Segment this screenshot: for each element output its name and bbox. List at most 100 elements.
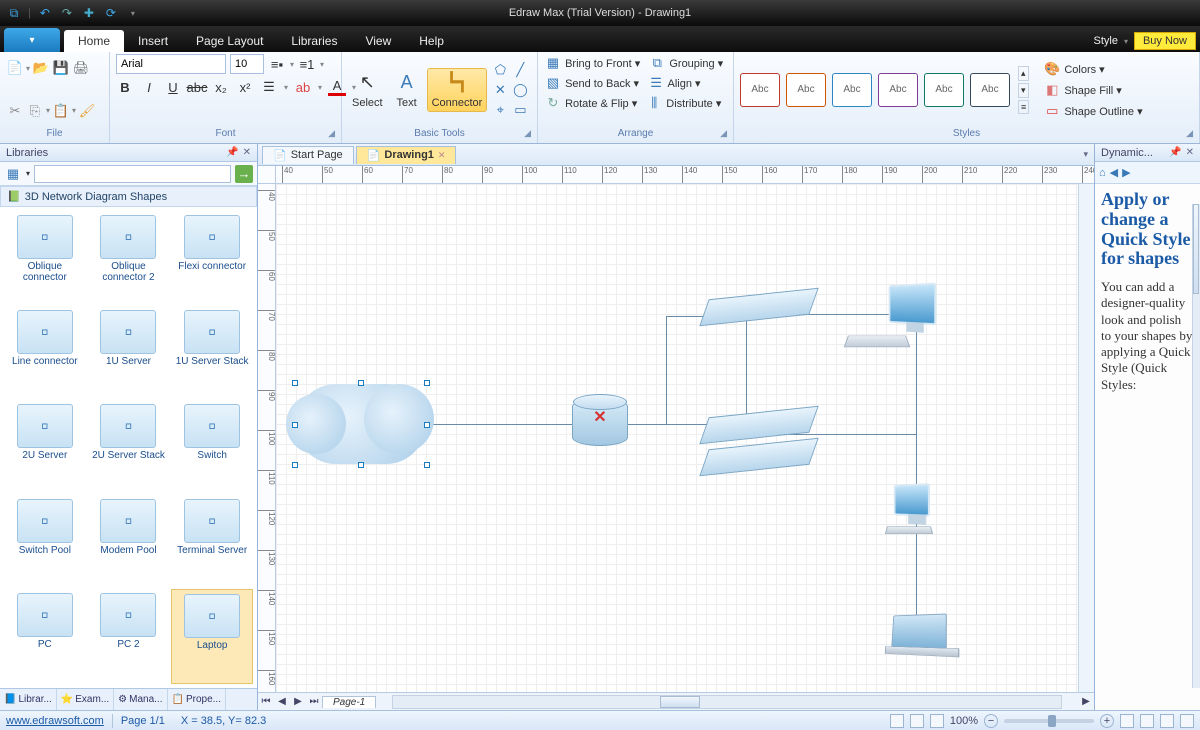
tools-dialog-launcher[interactable]: ◢ xyxy=(524,128,531,139)
shape-library-item[interactable]: ▫Modem Pool xyxy=(88,495,170,588)
rotate-flip-button[interactable]: ↻ Rotate & Flip ▾ xyxy=(544,94,637,112)
shape-library-item[interactable]: ▫Laptop xyxy=(171,589,253,684)
canvas-hscrollbar[interactable] xyxy=(392,695,1062,709)
app-icon[interactable]: ⧉ xyxy=(6,5,22,21)
numbering-icon[interactable]: ≡1 xyxy=(298,55,316,73)
page-tab[interactable]: Page-1 xyxy=(322,696,376,708)
style-link[interactable]: Style xyxy=(1093,35,1117,47)
arrange-dialog-launcher[interactable]: ◢ xyxy=(720,128,727,139)
pane-tab-examples[interactable]: ⭐Exam... xyxy=(57,689,114,710)
gallery-up-icon[interactable]: ▴ xyxy=(1018,66,1029,81)
cloud-shape[interactable] xyxy=(296,384,426,464)
panel-close-icon[interactable]: ✕ xyxy=(243,147,251,158)
rect-tool-icon[interactable]: ▭ xyxy=(511,101,529,119)
panel-pin-icon[interactable]: 📌 xyxy=(1169,147,1181,158)
style-swatch[interactable]: Abc xyxy=(740,73,780,107)
strike-button[interactable]: abc xyxy=(188,78,206,96)
prev-page-icon[interactable]: ◀ xyxy=(274,696,290,707)
font-name-combo[interactable] xyxy=(116,54,226,74)
save-icon[interactable]: 💾 xyxy=(52,59,70,77)
pane-tab-libraries[interactable]: 📘Librar... xyxy=(0,689,57,710)
fit-page-icon[interactable] xyxy=(1120,714,1134,728)
pc-shape[interactable] xyxy=(886,284,936,324)
shape-library-item[interactable]: ▫Line connector xyxy=(4,306,86,399)
panel-close-icon[interactable]: ✕ xyxy=(1186,147,1194,158)
laptop-shape[interactable] xyxy=(890,614,946,650)
shape-library-item[interactable]: ▫Switch xyxy=(171,400,253,493)
style-swatch[interactable]: Abc xyxy=(970,73,1010,107)
underline-button[interactable]: U xyxy=(164,78,182,96)
library-search-input[interactable] xyxy=(34,165,231,183)
colors-button[interactable]: 🎨 Colors ▾ xyxy=(1043,60,1142,78)
doc-tab-drawing1[interactable]: 📄Drawing1✕ xyxy=(356,146,457,164)
shape-library-item[interactable]: ▫2U Server Stack xyxy=(88,400,170,493)
shape-library-item[interactable]: ▫1U Server xyxy=(88,306,170,399)
bring-to-front-button[interactable]: ▦ Bring to Front ▾ xyxy=(544,54,640,72)
tab-libraries[interactable]: Libraries xyxy=(277,30,351,52)
scroll-right-icon[interactable]: ▶ xyxy=(1078,696,1094,707)
highlight-icon[interactable]: ab xyxy=(294,78,312,96)
redo-icon[interactable]: ↷ xyxy=(59,5,75,21)
format-painter-icon[interactable]: 🖌 xyxy=(78,102,96,120)
style-swatch[interactable]: Abc xyxy=(832,73,872,107)
font-dialog-launcher[interactable]: ◢ xyxy=(328,128,335,139)
view-outline-icon[interactable] xyxy=(910,714,924,728)
pane-tab-properties[interactable]: 📋Prope... xyxy=(168,689,226,710)
tab-home[interactable]: Home xyxy=(64,30,124,52)
style-swatch[interactable]: Abc xyxy=(878,73,918,107)
first-page-icon[interactable]: ⏮ xyxy=(258,696,274,707)
forward-icon[interactable]: ▶ xyxy=(1122,166,1130,179)
canvas-vscrollbar[interactable] xyxy=(1078,184,1094,692)
shape-library-item[interactable]: ▫Flexi connector xyxy=(171,211,253,304)
new-icon[interactable]: 📄 xyxy=(6,59,24,77)
ellipse-tool-icon[interactable]: ◯ xyxy=(511,81,529,99)
quick-styles-gallery[interactable]: Abc Abc Abc Abc Abc Abc xyxy=(740,73,1010,107)
fit-width-icon[interactable] xyxy=(1140,714,1154,728)
superscript-button[interactable]: x² xyxy=(236,78,254,96)
zoom-slider[interactable] xyxy=(1004,719,1094,723)
add-icon[interactable]: ✚ xyxy=(81,5,97,21)
undo-icon[interactable]: ↶ xyxy=(37,5,53,21)
print-icon[interactable]: 🖨 xyxy=(72,59,90,77)
cut-icon[interactable]: ✂ xyxy=(6,102,24,120)
bullets-icon[interactable]: ≡▪ xyxy=(268,55,286,73)
library-picker-icon[interactable]: ▦ xyxy=(4,165,22,183)
tab-help[interactable]: Help xyxy=(405,30,458,52)
select-tool[interactable]: ↖Select xyxy=(348,69,387,111)
view-full-icon[interactable] xyxy=(930,714,944,728)
shape-library-item[interactable]: ▫1U Server Stack xyxy=(171,306,253,399)
server-stack-shape[interactable] xyxy=(704,412,814,470)
grouping-button[interactable]: ⧉ Grouping ▾ xyxy=(648,54,723,72)
shape-outline-button[interactable]: ▭ Shape Outline ▾ xyxy=(1043,102,1142,120)
buy-now-button[interactable]: Buy Now xyxy=(1134,32,1196,50)
text-tool[interactable]: AText xyxy=(391,69,423,111)
shape-library-item[interactable]: ▫Switch Pool xyxy=(4,495,86,588)
doc-tabs-menu-icon[interactable]: ▾ xyxy=(1083,149,1094,160)
italic-button[interactable]: I xyxy=(140,78,158,96)
drawing-canvas[interactable]: ✕ xyxy=(276,184,1078,692)
server-shape[interactable] xyxy=(704,294,814,320)
horizontal-ruler[interactable]: 4050607080901001101201301401501601701801… xyxy=(276,166,1094,184)
line-tool-icon[interactable]: ╱ xyxy=(511,61,529,79)
connector-tool[interactable]: ┗┓Connector xyxy=(427,68,488,112)
shape-tool-icon[interactable]: ⬠ xyxy=(491,61,509,79)
anchor-tool-icon[interactable]: ⌖ xyxy=(491,101,509,119)
bold-button[interactable]: B xyxy=(116,78,134,96)
zoom-value[interactable]: 100% xyxy=(950,715,978,727)
grid-icon[interactable] xyxy=(1180,714,1194,728)
refresh-icon[interactable]: ⟳ xyxy=(103,5,119,21)
shape-fill-button[interactable]: ◧ Shape Fill ▾ xyxy=(1043,81,1142,99)
gallery-more-icon[interactable]: ≡ xyxy=(1018,100,1029,114)
vertical-ruler[interactable]: 405060708090100110120130140150160 xyxy=(258,184,276,692)
back-icon[interactable]: ◀ xyxy=(1110,166,1118,179)
pc-shape[interactable] xyxy=(892,484,930,516)
shapes-scrollbar[interactable] xyxy=(1192,204,1200,688)
copy-icon[interactable]: ⎘ xyxy=(26,102,44,120)
tab-page-layout[interactable]: Page Layout xyxy=(182,30,277,52)
gallery-down-icon[interactable]: ▾ xyxy=(1018,83,1029,98)
panel-pin-icon[interactable]: 📌 xyxy=(226,147,238,158)
next-page-icon[interactable]: ▶ xyxy=(290,696,306,707)
file-menu-button[interactable]: ▾ xyxy=(4,28,60,52)
crop-tool-icon[interactable]: ✕ xyxy=(491,81,509,99)
pan-icon[interactable] xyxy=(1160,714,1174,728)
